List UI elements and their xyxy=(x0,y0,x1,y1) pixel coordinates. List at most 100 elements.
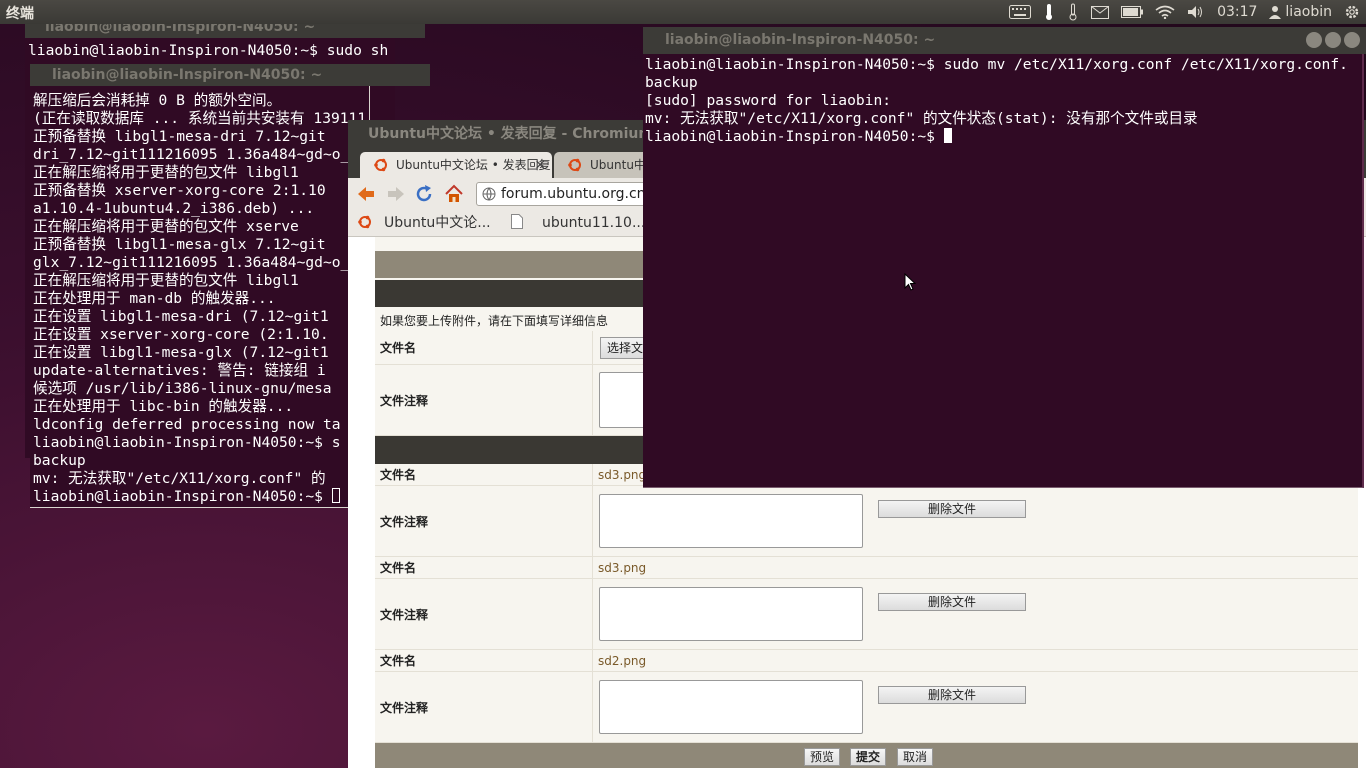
user-name: liaobin xyxy=(1285,4,1332,20)
terminal-prompt-line: liaobin@liaobin-Inspiron-N4050:~$ xyxy=(33,488,369,506)
url-text: forum.ubuntu.org.cn/ xyxy=(501,186,651,202)
delete-file-button[interactable]: 删除文件 xyxy=(878,500,1026,518)
filename-label: 文件名 xyxy=(375,464,593,485)
app-title: 终端 xyxy=(6,6,34,22)
terminal-line: ldconfig deferred processing now ta xyxy=(33,416,341,433)
attachment-file[interactable]: sd3.png xyxy=(598,561,646,575)
tab-close-icon[interactable]: × xyxy=(534,152,546,178)
bookmark-ubuntu-forum[interactable]: Ubuntu中文论... xyxy=(384,213,491,233)
terminal-line: 正在解压缩将用于更替的包文件 libgl1 xyxy=(33,272,299,289)
terminal-line: 正在设置 libgl1-mesa-glx (7.12~git1 xyxy=(33,344,329,361)
text-cursor xyxy=(331,488,340,503)
terminal-line: (正在读取数据库 ... 系统当前共安装有 139111 个文件和目录。) xyxy=(33,110,367,127)
comment-label: 文件注释 xyxy=(375,486,593,556)
user-icon xyxy=(1269,6,1282,19)
terminal-mid-titlebar[interactable]: liaobin@liaobin-Inspiron-N4050: ~ xyxy=(30,64,430,86)
terminal-line: mv: 无法获取"/etc/X11/xorg.conf" 的文件状态(stat)… xyxy=(645,110,1198,127)
terminal-line: a1.10.4-1ubuntu4.2_i386.deb) ... xyxy=(33,200,315,217)
comment-textarea[interactable] xyxy=(599,587,863,641)
comment-textarea[interactable] xyxy=(599,494,863,548)
terminal-line: 正在设置 libgl1-mesa-dri (7.12~git1 xyxy=(33,308,329,325)
terminal-line: backup xyxy=(645,74,698,91)
user-menu[interactable]: liaobin xyxy=(1269,4,1332,20)
terminal-prompt: liaobin@liaobin-Inspiron-N4050:~$ xyxy=(645,128,944,145)
terminal-line: update-alternatives: 警告: 链接组 i xyxy=(33,362,326,379)
filename-label: 文件名 xyxy=(375,557,593,578)
attachment-file[interactable]: sd2.png xyxy=(598,654,646,668)
terminal-front-titlebar[interactable]: liaobin@liaobin-Inspiron-N4050: ~ xyxy=(643,27,1366,54)
terminal-line: 正在解压缩将用于更替的包文件 xserve xyxy=(33,218,299,235)
terminal-prompt: liaobin@liaobin-Inspiron-N4050:~$ xyxy=(33,488,332,505)
terminal-line: mv: 无法获取"/etc/X11/xorg.conf" 的 xyxy=(33,470,326,487)
mail-icon[interactable] xyxy=(1091,5,1110,19)
delete-file-button[interactable]: 删除文件 xyxy=(878,593,1026,611)
filename-label: 文件名 xyxy=(375,331,593,364)
globe-icon xyxy=(482,187,496,201)
delete-file-button[interactable]: 删除文件 xyxy=(878,686,1026,704)
terminal-line: 正预备替换 xserver-xorg-core 2:1.10 xyxy=(33,182,326,199)
terminal-line: 正预备替换 libgl1-mesa-dri 7.12~git xyxy=(33,128,326,145)
attachment-file[interactable]: sd3.png xyxy=(598,468,646,482)
cancel-button[interactable]: 取消 xyxy=(897,748,933,766)
terminal-line: 正在设置 xserver-xorg-core (2:1.10. xyxy=(33,326,329,343)
maximize-icon[interactable] xyxy=(1325,32,1341,48)
page-icon xyxy=(511,214,523,229)
attachment-comment-row: 文件注释 删除文件 xyxy=(375,672,1358,743)
minimize-icon[interactable] xyxy=(1306,32,1322,48)
forward-arrow-icon[interactable] xyxy=(386,184,406,204)
comment-label: 文件注释 xyxy=(375,672,593,742)
attachment-comment-row: 文件注释 删除文件 xyxy=(375,486,1358,557)
terminal-mid[interactable]: 解压缩后会消耗掉 0 B 的额外空间。 (正在读取数据库 ... 系统当前共安装… xyxy=(30,86,370,508)
text-cursor xyxy=(943,128,952,143)
terminal-line: 候选项 /usr/lib/i386-linux-gnu/mesa xyxy=(33,380,332,397)
terminal-line: backup xyxy=(33,452,86,469)
thermometer-icon[interactable] xyxy=(1067,3,1079,21)
ubuntu-logo-icon xyxy=(568,158,581,172)
system-tray: 03:17 liaobin xyxy=(1009,0,1360,24)
terminal-line: liaobin@liaobin-Inspiron-N4050:~$ sudo s… xyxy=(28,42,389,59)
comment-label: 文件注释 xyxy=(375,365,593,435)
tab-label: Ubuntu中文论坛 • 发表回复 xyxy=(396,158,551,172)
top-panel: 终端 03:17 liaobin xyxy=(0,0,1366,24)
ubuntu-logo-icon xyxy=(358,215,371,229)
attachment-filename-row: 文件名 sd3.png xyxy=(375,557,1358,579)
clock[interactable]: 03:17 xyxy=(1217,4,1257,20)
battery-icon[interactable] xyxy=(1121,6,1144,18)
terminal-prompt-line: liaobin@liaobin-Inspiron-N4050:~$ xyxy=(645,128,1362,146)
terminal-front[interactable]: liaobin@liaobin-Inspiron-N4050:~$ sudo m… xyxy=(643,54,1364,488)
preview-button[interactable]: 预览 xyxy=(804,748,840,766)
terminal-line: [sudo] password for liaobin: xyxy=(645,92,892,109)
terminal-line: 正在解压缩将用于更替的包文件 libgl1 xyxy=(33,164,299,181)
terminal-line: liaobin@liaobin-Inspiron-N4050:~$ s xyxy=(33,434,341,451)
terminal-line: dri_7.12~git111216095 1.36a484~gd~o_ xyxy=(33,146,350,163)
attachment-filename-row: 文件名 sd2.png xyxy=(375,650,1358,672)
filename-label: 文件名 xyxy=(375,650,593,671)
wifi-icon[interactable] xyxy=(1155,5,1175,19)
terminal-line: 正在处理用于 libc-bin 的触发器... xyxy=(33,398,294,415)
terminal-line: liaobin@liaobin-Inspiron-N4050:~$ sudo m… xyxy=(645,56,1348,73)
reload-icon[interactable] xyxy=(414,184,434,204)
comment-label: 文件注释 xyxy=(375,579,593,649)
close-icon[interactable] xyxy=(1344,32,1360,48)
home-icon[interactable] xyxy=(444,184,464,204)
comment-textarea[interactable] xyxy=(599,680,863,734)
indicator-icon[interactable] xyxy=(1043,3,1055,21)
gear-icon[interactable] xyxy=(1344,4,1360,20)
terminal-line: 解压缩后会消耗掉 0 B 的额外空间。 xyxy=(33,92,282,109)
keyboard-icon[interactable] xyxy=(1009,5,1032,19)
terminal-line: 正在处理用于 man-db 的触发器... xyxy=(33,290,276,307)
window-controls xyxy=(1306,32,1360,48)
window-title: liaobin@liaobin-Inspiron-N4050: ~ xyxy=(665,32,936,48)
mouse-pointer-icon xyxy=(904,273,916,291)
upload-info: 如果您要上传附件，请在下面填写详细信息 xyxy=(380,314,609,328)
terminal-line: glx_7.12~git111216095 1.36a484~gd~o_ xyxy=(33,254,350,271)
volume-icon[interactable] xyxy=(1187,5,1205,19)
bookmark-ubuntu1110[interactable]: ubuntu11.10... xyxy=(542,213,645,233)
submit-button[interactable]: 提交 xyxy=(850,748,886,766)
tab-forum-reply[interactable]: Ubuntu中文论坛 • 发表回复 × xyxy=(360,152,552,178)
ubuntu-logo-icon xyxy=(374,158,387,172)
form-actions: 预览 提交 取消 xyxy=(375,743,1358,768)
attachment-comment-row: 文件注释 删除文件 xyxy=(375,579,1358,650)
back-arrow-icon[interactable] xyxy=(356,184,376,204)
terminal-line: 正预备替换 libgl1-mesa-glx 7.12~git xyxy=(33,236,326,253)
